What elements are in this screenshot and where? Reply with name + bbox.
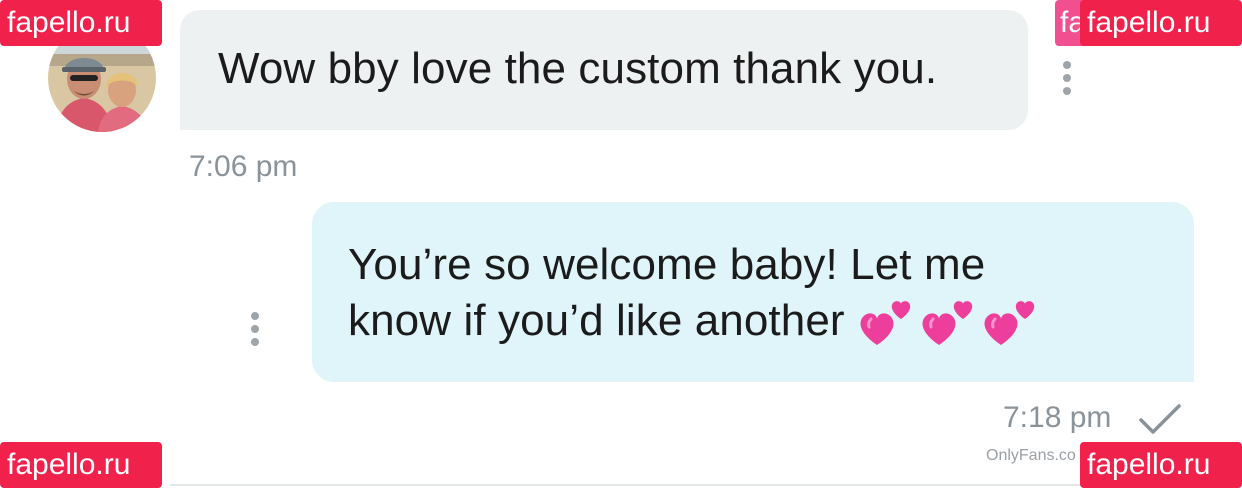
outgoing-message-text: You’re so welcome baby! Let me know if y…	[348, 237, 1164, 349]
incoming-message-time: 7:06 pm	[189, 150, 298, 183]
check-icon	[1139, 404, 1181, 434]
two-hearts-emoji	[917, 293, 981, 349]
watermark-bottom-left: fapello.ru	[0, 442, 162, 488]
outgoing-message-line-1: You’re so welcome baby! Let me	[348, 240, 986, 289]
outgoing-message-more-icon[interactable]	[247, 312, 263, 352]
outgoing-message-time: 7:18 pm	[1003, 401, 1112, 434]
onlyfans-footer-watermark: OnlyFans.co	[986, 447, 1076, 464]
outgoing-message-line-2-text: know if you’d like another	[348, 296, 845, 345]
watermark-bottom-right: fapello.ru	[1080, 442, 1242, 488]
two-hearts-emoji	[855, 293, 919, 349]
two-hearts-emoji	[979, 293, 1043, 349]
incoming-message-text: Wow bby love the custom thank you.	[218, 44, 938, 93]
outgoing-message-bubble[interactable]: You’re so welcome baby! Let me know if y…	[312, 202, 1194, 382]
incoming-message-more-icon[interactable]	[1059, 61, 1075, 101]
incoming-message-bubble[interactable]: Wow bby love the custom thank you.	[180, 10, 1028, 130]
watermark-top-right: fapello.ru	[1080, 0, 1242, 46]
outgoing-message-line-2: know if you’d like another	[348, 293, 1164, 349]
watermark-top-left: fapello.ru	[0, 0, 162, 46]
